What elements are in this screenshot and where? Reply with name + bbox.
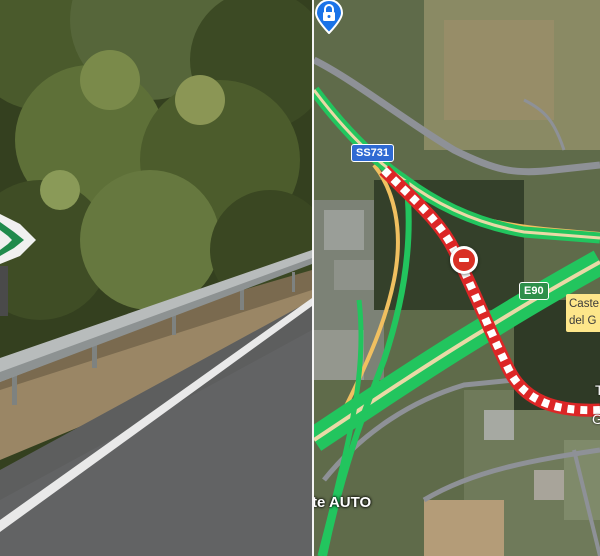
map-view[interactable]: SS731 E90 Caste del G T G te AUTO bbox=[314, 0, 600, 556]
street-view-photo[interactable] bbox=[0, 0, 312, 556]
place-label-line1: Caste bbox=[569, 298, 600, 310]
no-entry-icon[interactable] bbox=[450, 246, 478, 274]
map-canvas bbox=[314, 0, 600, 556]
edge-label-2: G bbox=[592, 411, 600, 427]
place-label[interactable]: Caste del G bbox=[566, 294, 600, 332]
split-view: SS731 E90 Caste del G T G te AUTO bbox=[0, 0, 600, 556]
no-entry-bar bbox=[459, 258, 469, 262]
route-shield-e90: E90 bbox=[519, 282, 549, 300]
route-shield-ss731: SS731 bbox=[351, 144, 395, 162]
street-view-scene bbox=[0, 0, 312, 556]
parking-lock-icon[interactable] bbox=[314, 0, 344, 34]
poi-label[interactable]: te AUTO bbox=[314, 494, 371, 511]
edge-label-1: T bbox=[595, 382, 600, 398]
place-label-line2: del G bbox=[569, 315, 597, 327]
